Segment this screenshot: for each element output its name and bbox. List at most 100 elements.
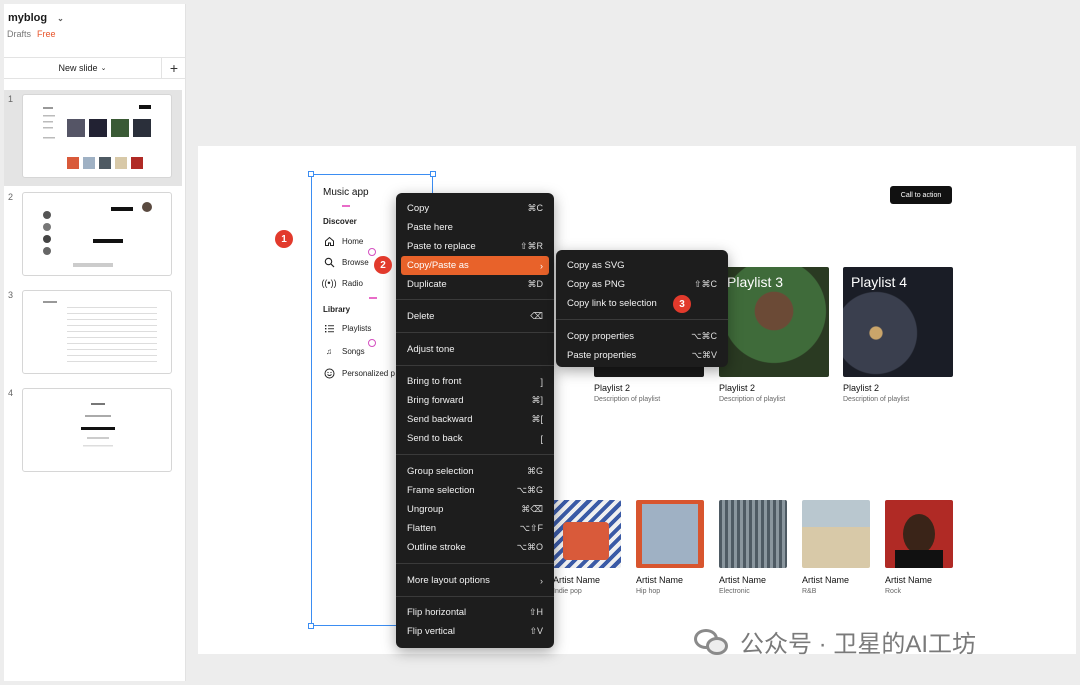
watermark-text: 公众号 · 卫星的AI工坊	[740, 631, 977, 658]
artist-name: Artist Name	[553, 575, 601, 585]
new-slide-label: New slide	[58, 63, 98, 73]
menu-item-flip-vertical[interactable]: Flip vertical ⇧V	[401, 622, 549, 641]
chevron-right-icon: ›	[540, 260, 543, 271]
add-slide-button[interactable]: +	[162, 58, 186, 78]
artist-name: Artist Name	[636, 575, 684, 585]
slide-number: 1	[8, 94, 14, 104]
artist-photo	[885, 500, 953, 568]
artist-name: Artist Name	[802, 575, 850, 585]
menu-separator	[396, 299, 554, 300]
slide-preview-image	[81, 403, 115, 447]
playlist-cover: Playlist 4	[843, 267, 953, 377]
menu-item-more-layout-options[interactable]: More layout options ›	[401, 571, 549, 590]
project-title[interactable]: myblog ⌄	[8, 12, 64, 24]
new-slide-button[interactable]: New slide ⌄	[4, 58, 162, 78]
artist-card[interactable]: Artist Name Hip hop	[636, 500, 704, 595]
step-badge-2: 2	[374, 256, 392, 274]
playlist-card[interactable]: Playlist 4 Playlist 2 Description of pla…	[843, 267, 953, 403]
chevron-down-icon: ⌄	[100, 65, 107, 72]
artist-photo	[553, 500, 621, 568]
menu-item-adjust-tone[interactable]: Adjust tone	[401, 340, 549, 359]
artist-genre: Rock	[885, 588, 901, 595]
playlist-description: Description of playlist	[594, 396, 661, 403]
menu-item-paste-here[interactable]: Paste here	[401, 218, 549, 237]
resize-handle-top-right[interactable]	[430, 171, 436, 177]
menu-item-flip-horizontal[interactable]: Flip horizontal ⇧H	[401, 603, 549, 622]
playlist-name: Playlist 2	[719, 383, 756, 393]
playlist-description: Description of playlist	[843, 396, 910, 403]
new-slide-toolbar: New slide ⌄ +	[4, 57, 186, 79]
call-to-action-button[interactable]: Call to action	[890, 186, 952, 204]
slides-sidebar: myblog ⌄ Drafts Free New slide ⌄ + 1 2 3…	[4, 4, 186, 681]
project-subtitle: Drafts Free	[7, 29, 56, 39]
artist-card[interactable]: Artist Name R&B	[802, 500, 870, 595]
submenu-item-copy-properties[interactable]: Copy properties ⌥⌘C	[561, 327, 723, 346]
menu-item-copy[interactable]: Copy ⌘C	[401, 199, 549, 218]
artist-card[interactable]: Artist Name Indie pop	[553, 500, 621, 595]
submenu-item-copy-link[interactable]: Copy link to selection	[561, 294, 723, 313]
menu-item-duplicate[interactable]: Duplicate ⌘D	[401, 275, 549, 294]
slide-preview-image	[43, 301, 157, 362]
slide-preview-image	[43, 202, 152, 267]
menu-item-send-backward[interactable]: Send backward ⌘[	[401, 410, 549, 429]
wechat-icon	[692, 627, 732, 657]
playlist-cover-title: Playlist 3	[727, 274, 784, 290]
artist-name: Artist Name	[885, 575, 933, 585]
menu-separator	[396, 332, 554, 333]
step-badge-1: 1	[275, 230, 293, 248]
artist-photo	[636, 500, 704, 568]
slide-preview-image	[43, 105, 151, 169]
watermark: 公众号 · 卫星的AI工坊	[692, 624, 976, 659]
artist-card[interactable]: Artist Name Electronic	[719, 500, 787, 595]
slide-thumbnail[interactable]	[22, 388, 172, 472]
menu-item-group-selection[interactable]: Group selection ⌘G	[401, 462, 549, 481]
submenu-item-copy-as-svg[interactable]: Copy as SVG	[561, 256, 723, 275]
submenu-item-paste-properties[interactable]: Paste properties ⌥⌘V	[561, 346, 723, 365]
menu-item-paste-to-replace[interactable]: Paste to replace ⇧⌘R	[401, 237, 549, 256]
menu-item-outline-stroke[interactable]: Outline stroke ⌥⌘O	[401, 538, 549, 557]
plus-icon: +	[169, 60, 179, 76]
slide-item-4[interactable]: 4	[4, 384, 182, 480]
project-name: myblog	[8, 12, 48, 24]
artist-photo	[719, 500, 787, 568]
menu-item-bring-forward[interactable]: Bring forward ⌘]	[401, 391, 549, 410]
slide-thumbnail[interactable]	[22, 94, 172, 178]
slide-number: 3	[8, 290, 14, 300]
resize-handle-bottom-left[interactable]	[308, 623, 314, 629]
menu-separator	[396, 563, 554, 564]
menu-item-flatten[interactable]: Flatten ⌥⇧F	[401, 519, 549, 538]
menu-item-send-to-back[interactable]: Send to back[	[401, 429, 549, 448]
slide-number: 2	[8, 192, 14, 202]
chevron-down-icon[interactable]: ⌄	[57, 14, 64, 23]
plan-badge: Free	[37, 29, 56, 39]
slide-number: 4	[8, 388, 14, 398]
context-menu: Copy ⌘C Paste here Paste to replace ⇧⌘R Co…	[396, 193, 554, 648]
menu-separator	[556, 319, 728, 320]
playlist-description: Description of playlist	[719, 396, 786, 403]
artist-genre: R&B	[802, 588, 817, 595]
artist-genre: Electronic	[719, 588, 750, 595]
menu-item-bring-to-front[interactable]: Bring to front]	[401, 372, 549, 391]
menu-item-delete[interactable]: Delete ⌫	[401, 307, 549, 326]
drafts-label[interactable]: Drafts	[7, 29, 31, 39]
menu-item-frame-selection[interactable]: Frame selection ⌥⌘G	[401, 481, 549, 500]
artist-photo	[802, 500, 870, 568]
playlist-name: Playlist 2	[594, 383, 631, 393]
submenu-item-copy-as-png[interactable]: Copy as PNG ⇧⌘C	[561, 275, 723, 294]
playlist-name: Playlist 2	[843, 383, 880, 393]
slide-thumbnail[interactable]	[22, 290, 172, 374]
slide-item-3[interactable]: 3	[4, 286, 182, 382]
artist-genre: Indie pop	[553, 588, 582, 595]
slide-item-2[interactable]: 2	[4, 188, 182, 284]
slide-item-1[interactable]: 1	[4, 90, 182, 186]
copy-paste-as-submenu: Copy as SVG Copy as PNG ⇧⌘C Copy link to …	[556, 250, 728, 367]
playlist-cover-title: Playlist 4	[851, 274, 908, 290]
slide-thumbnail[interactable]	[22, 192, 172, 276]
resize-handle-top-left[interactable]	[308, 171, 314, 177]
playlist-card[interactable]: Playlist 3 Playlist 2 Description of pla…	[719, 267, 829, 403]
menu-separator	[396, 365, 554, 366]
artist-card[interactable]: Artist Name Rock	[885, 500, 953, 595]
artist-name: Artist Name	[719, 575, 767, 585]
menu-item-ungroup[interactable]: Ungroup ⌘⌫	[401, 500, 549, 519]
menu-item-copy-paste-as[interactable]: Copy/Paste as ›	[401, 256, 549, 275]
